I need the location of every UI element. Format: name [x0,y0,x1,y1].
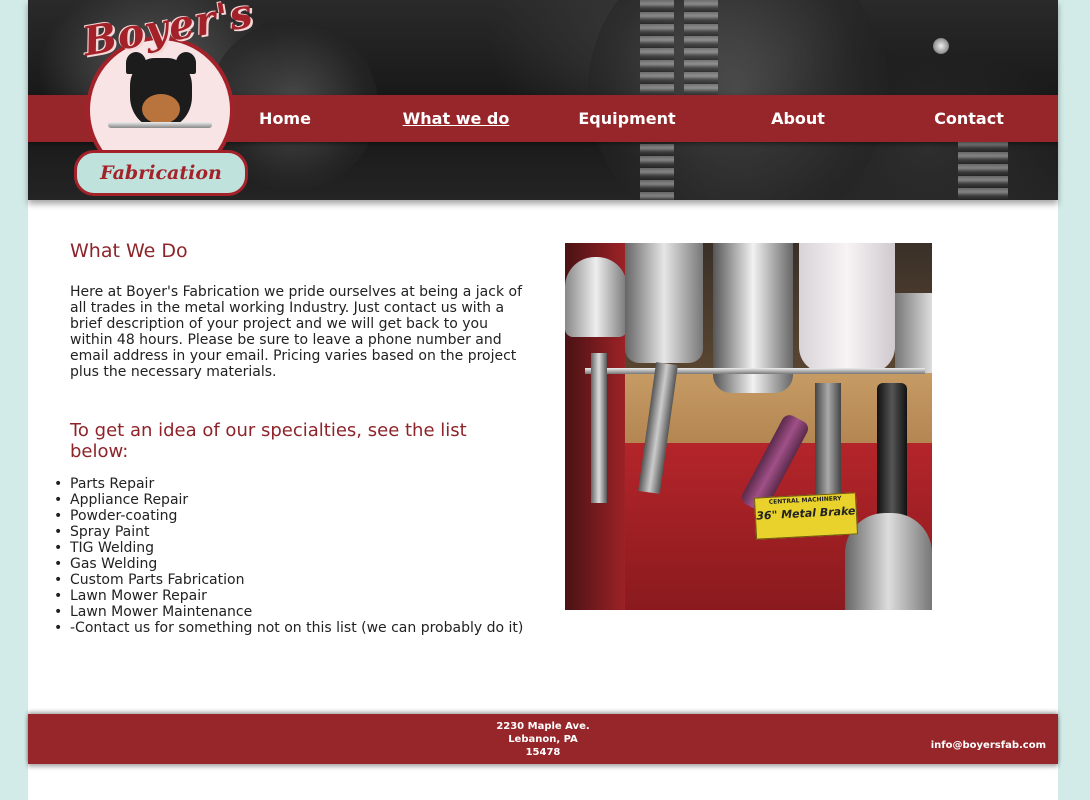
list-item: Lawn Mower Maintenance [54,604,530,620]
logo-ribbon: Fabrication [74,150,248,196]
spray-guns-photo: CENTRAL MACHINERY 36" Metal Brake [565,243,932,610]
list-item: TIG Welding [54,540,530,556]
welding-rod-icon [108,122,212,128]
header-banner: Home What we do Equipment About Contact … [28,0,1058,200]
list-item: Powder-coating [54,508,530,524]
specialties-list: Parts Repair Appliance Repair Powder-coa… [54,476,530,636]
dog-mascot-icon [126,52,196,128]
main-content: What We Do Here at Boyer's Fabrication w… [54,240,530,636]
list-item: -Contact us for something not on this li… [54,620,530,636]
address-city: Lebanon, PA [508,734,578,745]
nav-about[interactable]: About [728,95,868,142]
machine-label-plate: CENTRAL MACHINERY 36" Metal Brake [753,492,859,540]
page-title: What We Do [70,240,188,262]
list-item: Gas Welding [54,556,530,572]
chain-decoration [958,140,1008,200]
list-item: Custom Parts Fabrication [54,572,530,588]
page-container: Home What we do Equipment About Contact … [28,0,1058,800]
company-logo[interactable]: Boyer's Fabrication [72,0,257,196]
footer-email-link[interactable]: info@boyersfab.com [931,740,1046,751]
chain-decoration [684,0,718,95]
list-item: Appliance Repair [54,492,530,508]
bolt-decoration [933,38,949,54]
address-zip: 15478 [525,747,561,758]
list-item: Lawn Mower Repair [54,588,530,604]
address-street: 2230 Maple Ave. [496,721,590,732]
site-footer: 2230 Maple Ave. Lebanon, PA 15478 info@b… [28,714,1058,764]
nav-contact[interactable]: Contact [899,95,1039,142]
intro-paragraph: Here at Boyer's Fabrication we pride our… [70,284,523,380]
specialties-heading: To get an idea of our specialties, see t… [70,420,467,462]
list-item: Spray Paint [54,524,530,540]
nav-equipment[interactable]: Equipment [557,95,697,142]
nav-what-we-do[interactable]: What we do [386,95,526,142]
footer-address: 2230 Maple Ave. Lebanon, PA 15478 [443,720,643,759]
logo-ribbon-text: Fabrication [100,162,222,184]
machine-label-line2: 36" Metal Brake [756,504,856,523]
list-item: Parts Repair [54,476,530,492]
